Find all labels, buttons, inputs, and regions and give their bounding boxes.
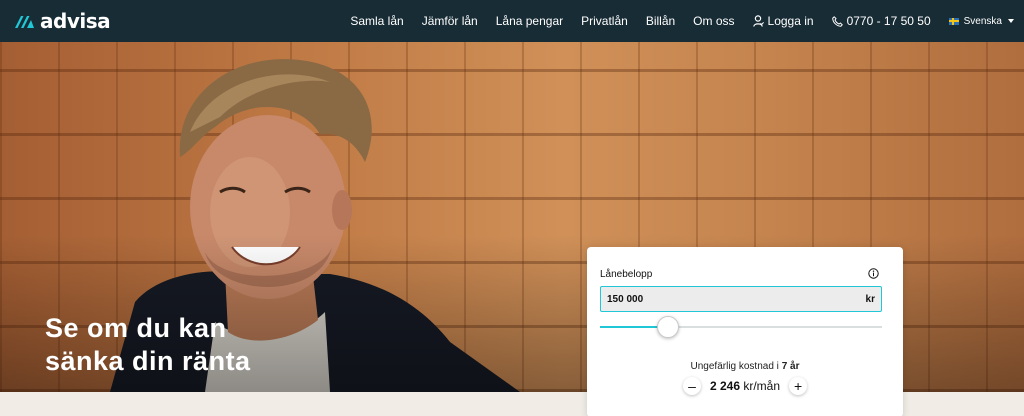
loan-calculator-card: Lånebelopp 150 000 kr Ungefärlig kostnad… <box>587 247 903 416</box>
loan-amount-input[interactable]: 150 000 kr <box>600 286 882 312</box>
phone-link[interactable]: 0770 - 17 50 50 <box>831 14 931 28</box>
hero-title: Se om du kan sänka din ränta <box>45 312 251 378</box>
chevron-down-icon <box>1008 19 1014 23</box>
login-label: Logga in <box>767 14 814 28</box>
monthly-cost-row: – 2 246 kr/mån + <box>587 377 903 395</box>
cost-label-prefix: Ungefärlig kostnad i <box>690 361 782 372</box>
logo[interactable]: advisa <box>14 9 111 33</box>
slider-handle[interactable] <box>656 316 679 338</box>
phone-icon <box>831 15 843 27</box>
nav-link-samla-lan[interactable]: Samla lån <box>350 14 403 28</box>
cost-label: Ungefärlig kostnad i 7 år <box>587 361 903 372</box>
advisa-logo-icon <box>15 16 34 28</box>
login-link[interactable]: Logga in <box>752 14 814 28</box>
top-navbar: advisa Samla lån Jämför lån Låna pengar … <box>0 0 1024 42</box>
user-icon <box>752 15 764 27</box>
monthly-cost: 2 246 kr/mån <box>710 379 780 393</box>
monthly-cost-unit: kr/mån <box>743 379 781 393</box>
cost-label-years: 7 år <box>781 361 800 372</box>
loan-amount-value: 150 000 <box>607 293 644 305</box>
language-selector[interactable]: Svenska <box>948 15 1014 27</box>
nav-link-privatlan[interactable]: Privatlån <box>581 14 628 28</box>
hero-title-line1: Se om du kan <box>45 313 227 343</box>
amount-label: Lånebelopp <box>600 269 653 280</box>
logo-text: advisa <box>40 9 111 33</box>
nav-link-billan[interactable]: Billån <box>646 14 675 28</box>
nav-link-om-oss[interactable]: Om oss <box>693 14 734 28</box>
decrease-button[interactable]: – <box>682 377 701 395</box>
info-icon[interactable] <box>868 268 879 279</box>
nav-link-jamfor-lan[interactable]: Jämför lån <box>422 14 478 28</box>
monthly-cost-value: 2 246 <box>709 379 740 393</box>
nav-links: Samla lån Jämför lån Låna pengar Privatl… <box>332 0 1014 42</box>
loan-amount-unit: kr <box>865 293 875 305</box>
loan-amount-slider[interactable] <box>600 316 882 338</box>
hero-title-line2: sänka din ränta <box>45 346 251 376</box>
language-label: Svenska <box>963 15 1002 27</box>
sweden-flag-icon <box>948 17 959 25</box>
increase-button[interactable]: + <box>789 377 808 395</box>
phone-number: 0770 - 17 50 50 <box>846 14 931 28</box>
nav-link-lana-pengar[interactable]: Låna pengar <box>496 14 563 28</box>
